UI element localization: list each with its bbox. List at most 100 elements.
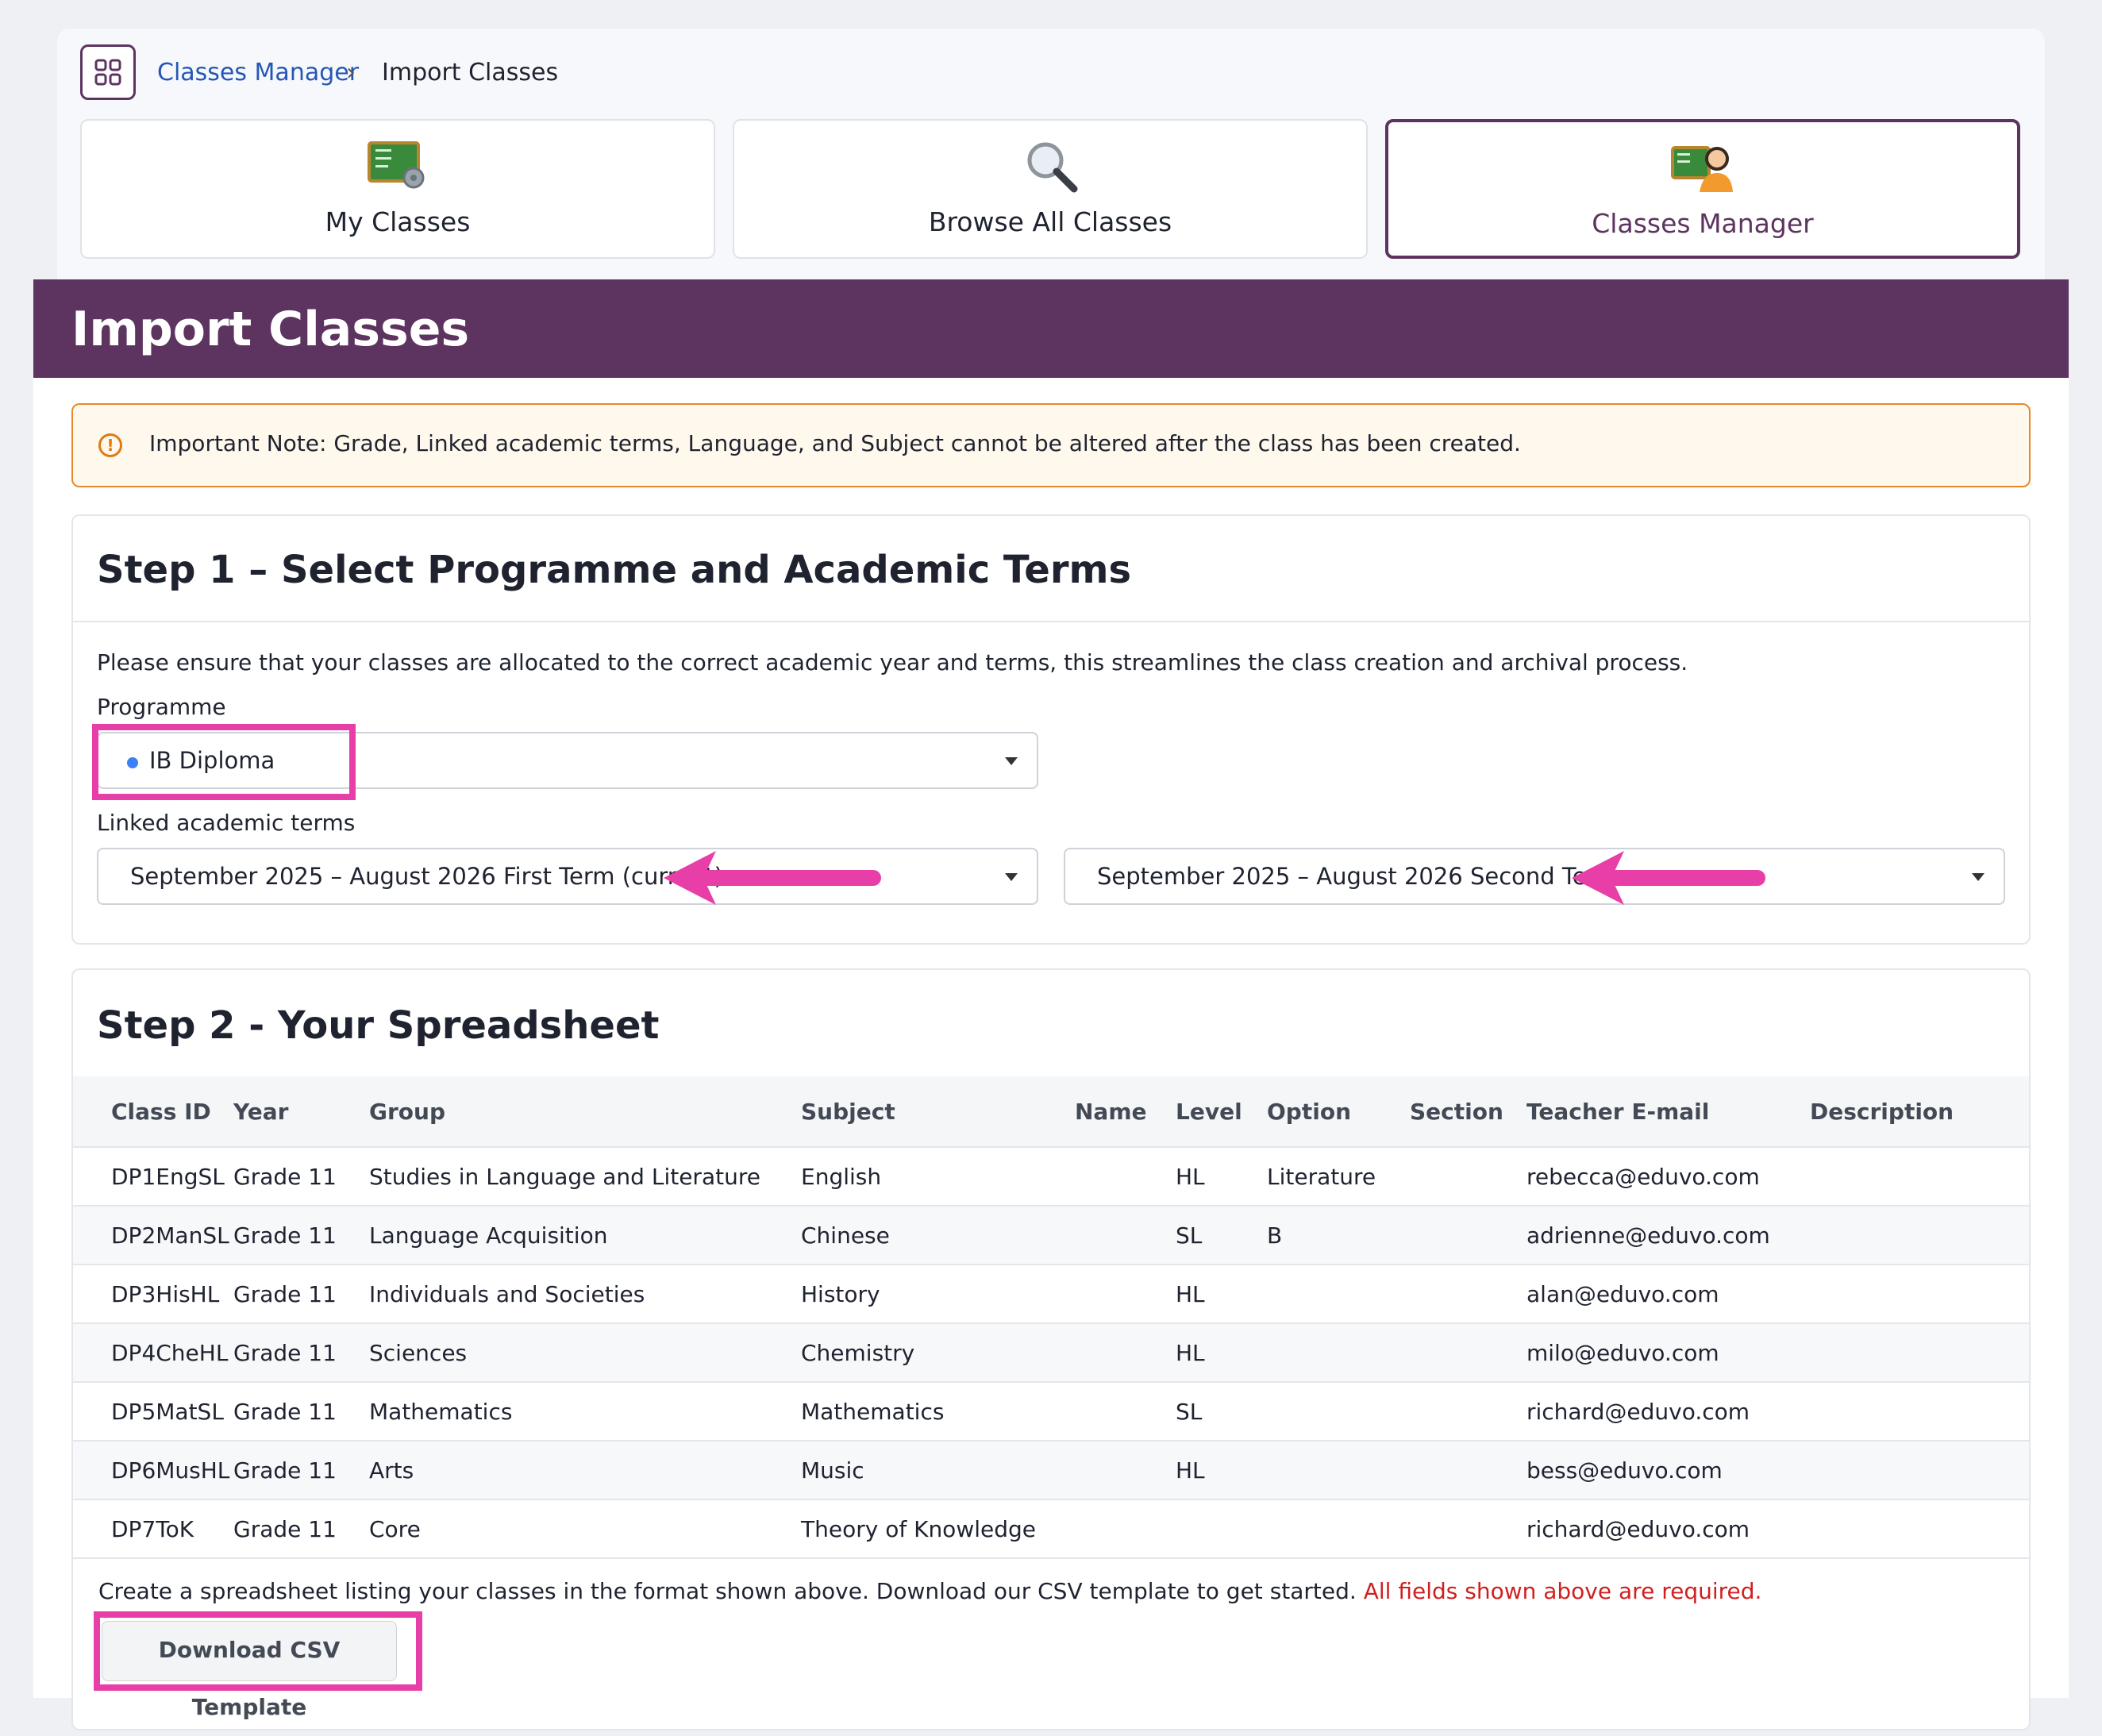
table-cell: DP6MusHL (73, 1441, 233, 1500)
classes-board-gear-icon (368, 141, 425, 189)
table-cell: Grade 11 (233, 1323, 369, 1383)
table-row: DP4CheHL Grade 11 Sciences Chemistry HL … (73, 1323, 2029, 1383)
chevron-down-icon (1005, 873, 1018, 881)
table-cell (1810, 1441, 2029, 1500)
table-cell (1267, 1264, 1410, 1324)
alert-circle-icon: ! (98, 433, 122, 457)
spreadsheet-table: Class ID Year Group Subject Name Level O… (73, 1076, 2029, 1559)
linked-terms-label: Linked academic terms (97, 810, 356, 836)
breadcrumb-current: Import Classes (382, 59, 559, 87)
table-cell: Grade 11 (233, 1264, 369, 1324)
table-cell (1267, 1441, 1410, 1500)
table-cell: English (801, 1147, 1075, 1207)
highlight-box-programme (92, 724, 356, 800)
table-row: DP3HisHL Grade 11 Individuals and Societ… (73, 1264, 2029, 1324)
table-cell (1176, 1499, 1267, 1559)
table-cell (1267, 1382, 1410, 1442)
chevron-down-icon (1972, 873, 1985, 881)
table-cell: milo@eduvo.com (1526, 1323, 1810, 1383)
table-cell (1810, 1499, 2029, 1559)
step1-description: Please ensure that your classes are allo… (97, 649, 1688, 676)
tile-browse-all-classes[interactable]: Browse All Classes (733, 119, 1368, 259)
table-cell: alan@eduvo.com (1526, 1264, 1810, 1324)
table-row: DP2ManSL Grade 11 Language Acquisition C… (73, 1206, 2029, 1265)
table-cell: Grade 11 (233, 1499, 369, 1559)
table-cell: Literature (1267, 1147, 1410, 1207)
magnifier-icon (1027, 142, 1078, 193)
term-second-select[interactable]: September 2025 – August 2026 Second Term (1064, 848, 2005, 905)
table-cell (1267, 1499, 1410, 1559)
table-cell (1810, 1382, 2029, 1442)
required-fields-warning: All fields shown above are required. (1363, 1578, 1762, 1604)
table-cell (1075, 1147, 1176, 1207)
term-first-select[interactable]: September 2025 – August 2026 First Term … (97, 848, 1038, 905)
chevron-down-icon (1005, 757, 1018, 765)
table-cell: HL (1176, 1264, 1267, 1324)
table-cell (1810, 1206, 2029, 1265)
step2-heading: Step 2 - Your Spreadsheet (97, 1003, 660, 1048)
column-header: Level (1176, 1076, 1267, 1148)
table-cell: DP4CheHL (73, 1323, 233, 1383)
grid-icon (94, 59, 121, 86)
table-cell: DP7ToK (73, 1499, 233, 1559)
table-cell: Sciences (369, 1323, 801, 1383)
table-cell: HL (1176, 1323, 1267, 1383)
table-cell (1075, 1264, 1176, 1324)
table-cell: Mathematics (369, 1382, 801, 1442)
important-note-text: Important Note: Grade, Linked academic t… (149, 430, 1521, 456)
table-cell: richard@eduvo.com (1526, 1382, 1810, 1442)
table-cell: B (1267, 1206, 1410, 1265)
table-cell (1410, 1206, 1526, 1265)
table-cell (1075, 1499, 1176, 1559)
table-cell (1075, 1441, 1176, 1500)
table-cell (1075, 1382, 1176, 1442)
column-header: Class ID (73, 1076, 233, 1148)
column-header: Name (1075, 1076, 1176, 1148)
table-cell: Mathematics (801, 1382, 1075, 1442)
table-cell: Chinese (801, 1206, 1075, 1265)
table-cell: Grade 11 (233, 1147, 369, 1207)
table-cell (1267, 1323, 1410, 1383)
table-cell: Grade 11 (233, 1382, 369, 1442)
table-cell: SL (1176, 1382, 1267, 1442)
divider (73, 621, 2029, 622)
table-cell (1075, 1323, 1176, 1383)
arrow-left-icon (664, 851, 881, 905)
column-header: Description (1810, 1076, 2029, 1148)
table-cell: Core (369, 1499, 801, 1559)
table-cell (1410, 1264, 1526, 1324)
column-header: Subject (801, 1076, 1075, 1148)
instructions-text: Create a spreadsheet listing your classe… (98, 1578, 1357, 1604)
table-cell: Theory of Knowledge (801, 1499, 1075, 1559)
table-cell: DP1EngSL (73, 1147, 233, 1207)
table-cell: Arts (369, 1441, 801, 1500)
classes-board-person-icon (1671, 146, 1733, 192)
term-second-value: September 2025 – August 2026 Second Term (1097, 863, 1619, 890)
table-row: DP6MusHL Grade 11 Arts Music HL bess@edu… (73, 1441, 2029, 1500)
column-header: Section (1410, 1076, 1526, 1148)
table-cell (1810, 1264, 2029, 1324)
table-cell (1410, 1499, 1526, 1559)
table-cell: DP5MatSL (73, 1382, 233, 1442)
table-cell: HL (1176, 1147, 1267, 1207)
apps-grid-button[interactable] (80, 44, 136, 100)
table-header-row: Class ID Year Group Subject Name Level O… (73, 1076, 2029, 1148)
highlight-box-download-button (94, 1611, 422, 1691)
arrow-left-icon (1572, 851, 1765, 905)
table-cell: Individuals and Societies (369, 1264, 801, 1324)
table-cell: History (801, 1264, 1075, 1324)
page-title-bar: Import Classes (33, 279, 2069, 378)
table-cell (1410, 1323, 1526, 1383)
table-cell: DP2ManSL (73, 1206, 233, 1265)
table-cell: HL (1176, 1441, 1267, 1500)
breadcrumb-classes-manager-link[interactable]: Classes Manager (157, 56, 359, 90)
tile-my-classes[interactable]: My Classes (80, 119, 715, 259)
tile-classes-manager[interactable]: Classes Manager (1385, 119, 2020, 259)
table-row: DP5MatSL Grade 11 Mathematics Mathematic… (73, 1382, 2029, 1442)
table-cell: Music (801, 1441, 1075, 1500)
table-cell (1410, 1441, 1526, 1500)
table-cell: DP3HisHL (73, 1264, 233, 1324)
spreadsheet-instructions: Create a spreadsheet listing your classe… (98, 1578, 1761, 1604)
tile-label: Browse All Classes (928, 206, 1172, 237)
table-cell: rebecca@eduvo.com (1526, 1147, 1810, 1207)
